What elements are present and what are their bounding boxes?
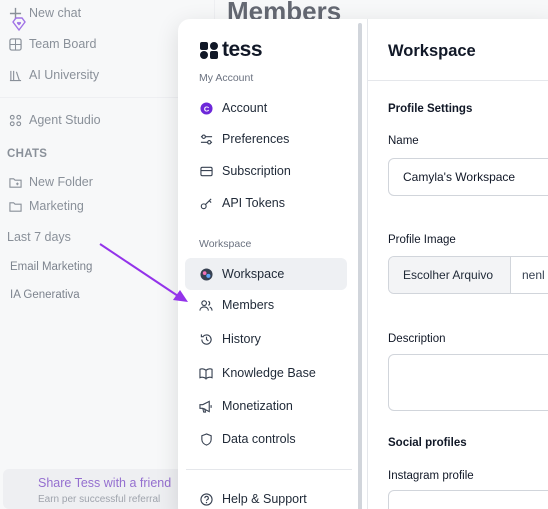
annotation-arrow xyxy=(99,243,188,302)
